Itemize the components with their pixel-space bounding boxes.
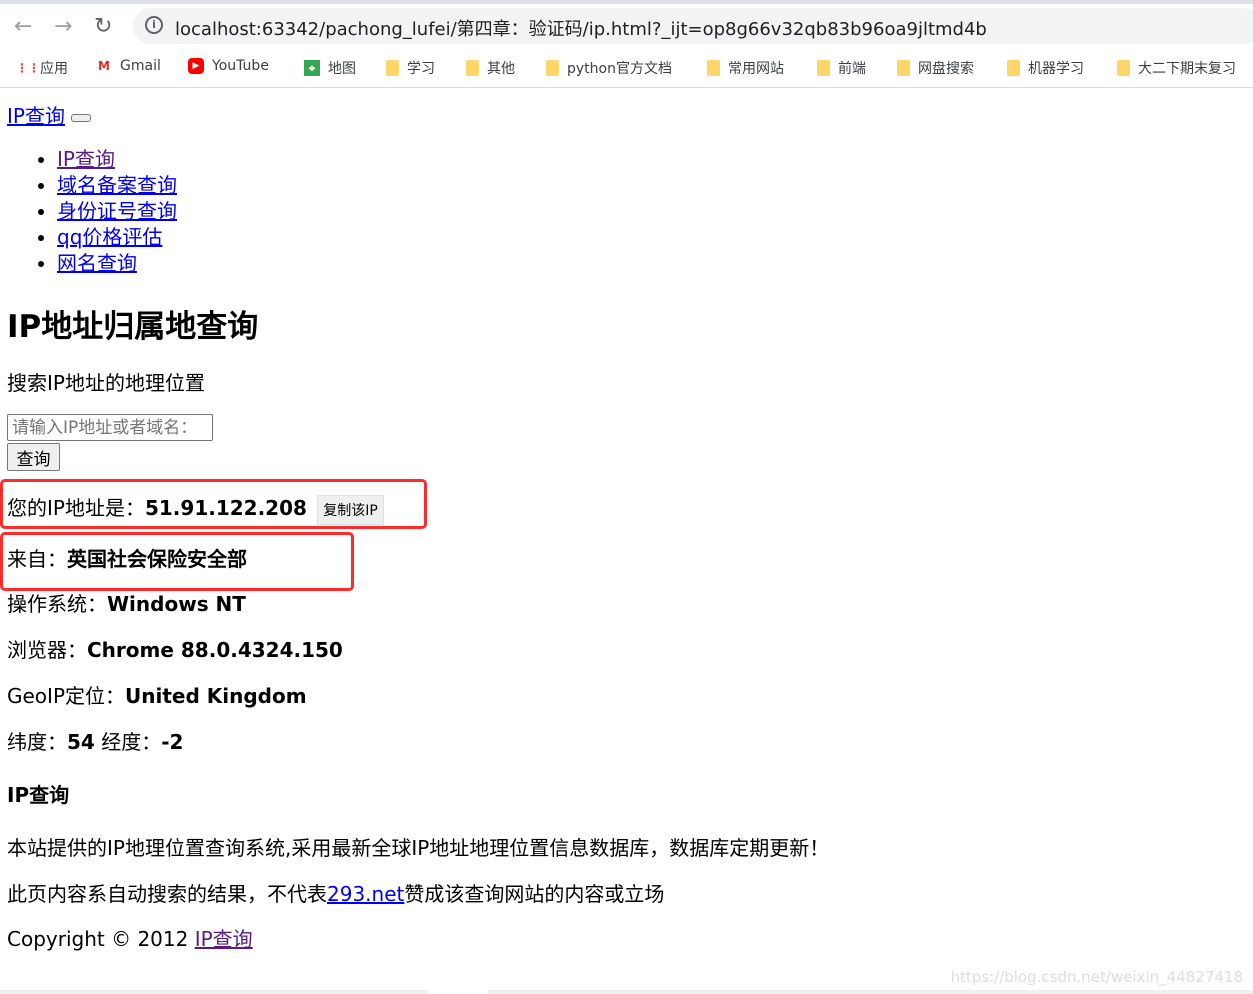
bookmark-gmail[interactable]: M Gmail xyxy=(96,58,161,74)
disclaimer-text: 此页内容系自动搜索的结果，不代表 xyxy=(7,882,327,906)
bookmark-label: 网盘搜索 xyxy=(918,61,974,77)
nav-item: 网名查询 xyxy=(57,250,177,276)
bookmark-label: 大二下期末复习 xyxy=(1138,61,1236,77)
os-row: 操作系统：Windows NT xyxy=(7,588,246,617)
nav-item: IP查询 xyxy=(57,146,177,172)
search-input[interactable] xyxy=(7,414,213,441)
nav-item: 身份证号查询 xyxy=(57,198,177,224)
bookmark-folder[interactable]: 大二下期末复习 xyxy=(1117,58,1236,78)
disclaimer-text: 赞成该查询网站的内容或立场 xyxy=(404,882,665,906)
browser-row: 浏览器：Chrome 88.0.4324.150 xyxy=(7,634,343,663)
address-bar[interactable]: i localhost:63342/pachong_lufei/第四章：验证码/… xyxy=(133,8,1253,44)
nav-link-domain[interactable]: 域名备案查询 xyxy=(57,173,177,197)
gmail-icon: M xyxy=(98,59,110,73)
ip-row: 您的IP地址是：51.91.122.208 复制该IP xyxy=(7,492,384,525)
url-text[interactable]: localhost:63342/pachong_lufei/第四章：验证码/ip… xyxy=(175,15,987,41)
from-label: 来自： xyxy=(7,547,67,571)
geo-row: GeoIP定位：United Kingdom xyxy=(7,680,307,709)
bookmark-label: python官方文档 xyxy=(567,61,672,77)
nav-link-nickname[interactable]: 网名查询 xyxy=(57,251,137,275)
bookmark-folder[interactable]: 常用网站 xyxy=(707,58,784,78)
folder-icon xyxy=(707,60,720,76)
bookmark-label: 应用 xyxy=(40,61,68,77)
apps-grid-icon: ⋮⋮ xyxy=(16,61,40,75)
horizontal-scrollbar[interactable] xyxy=(0,990,1253,994)
from-value: 英国社会保险安全部 xyxy=(67,547,247,571)
reload-icon[interactable]: ↻ xyxy=(94,14,112,39)
bookmark-label: 前端 xyxy=(838,61,866,77)
subtitle: 搜索IP地址的地理位置 xyxy=(7,371,205,395)
bookmark-youtube[interactable]: ▶ YouTube xyxy=(188,58,269,74)
bookmark-folder[interactable]: 其他 xyxy=(466,58,515,78)
brand-link[interactable]: IP查询 xyxy=(7,104,65,128)
coords-row: 纬度：54 经度：-2 xyxy=(7,726,183,755)
folder-icon xyxy=(1007,60,1020,76)
navbar-toggle-button[interactable] xyxy=(70,113,91,122)
nav-item: 域名备案查询 xyxy=(57,172,177,198)
copyright-text: Copyright © 2012 xyxy=(7,927,195,951)
bookmark-label: Gmail xyxy=(120,58,161,74)
from-row: 来自：英国社会保险安全部 xyxy=(7,543,247,572)
page-title: IP地址归属地查询 xyxy=(7,309,259,345)
nav-item: qq价格评估 xyxy=(57,224,177,250)
ip-value: 51.91.122.208 xyxy=(144,496,307,520)
folder-icon xyxy=(466,60,479,76)
bookmark-label: YouTube xyxy=(212,58,269,74)
navbar-brand-row: IP查询 xyxy=(7,100,91,129)
back-icon[interactable]: ← xyxy=(14,14,32,39)
disclaimer: 此页内容系自动搜索的结果，不代表293.net赞成该查询网站的内容或立场 xyxy=(7,878,664,907)
bookmarks-bar: ⋮⋮ 应用 M Gmail ▶ YouTube ⌖ 地图 学习 其他 python官方文… xyxy=(0,48,1253,88)
bookmark-folder[interactable]: 学习 xyxy=(386,58,435,78)
bookmark-label: 地图 xyxy=(328,61,356,77)
copy-ip-button[interactable]: 复制该IP xyxy=(317,494,384,525)
ip-label: 您的IP地址是： xyxy=(7,496,145,520)
lon-label: 经度： xyxy=(94,730,162,754)
nav-link-qq[interactable]: qq价格评估 xyxy=(57,225,162,249)
bookmark-maps[interactable]: ⌖ 地图 xyxy=(304,58,356,78)
os-label: 操作系统： xyxy=(7,592,107,616)
browser-value: Chrome 88.0.4324.150 xyxy=(87,638,343,662)
description: 本站提供的IP地理位置查询系统,采用最新全球IP地址地理位置信息数据库，数据库定… xyxy=(7,836,830,860)
os-value: Windows NT xyxy=(107,592,246,616)
maps-icon: ⌖ xyxy=(304,60,320,76)
folder-icon xyxy=(546,60,559,76)
bookmark-folder[interactable]: 机器学习 xyxy=(1007,58,1084,78)
folder-icon xyxy=(386,60,399,76)
lon-value: -2 xyxy=(161,730,184,754)
site-link[interactable]: 293.net xyxy=(327,882,404,906)
browser-toolbar: ← → ↻ i localhost:63342/pachong_lufei/第四… xyxy=(0,4,1253,48)
copyright-link[interactable]: IP查询 xyxy=(195,927,253,951)
bookmark-label: 机器学习 xyxy=(1028,61,1084,77)
browser-label: 浏览器： xyxy=(7,638,87,662)
lat-value: 54 xyxy=(67,730,95,754)
geo-label: GeoIP定位： xyxy=(7,684,125,708)
page-content: IP查询 IP查询 域名备案查询 身份证号查询 qq价格评估 网名查询 IP地址… xyxy=(0,89,1253,994)
folder-icon xyxy=(817,60,830,76)
forward-icon[interactable]: → xyxy=(54,14,72,39)
scrollbar-thumb[interactable] xyxy=(428,990,488,994)
folder-icon xyxy=(1117,60,1130,76)
search-button[interactable]: 查询 xyxy=(7,443,60,471)
bookmark-folder[interactable]: 网盘搜索 xyxy=(897,58,974,78)
copyright: Copyright © 2012 IP查询 xyxy=(7,923,253,952)
folder-icon xyxy=(897,60,910,76)
bookmark-apps[interactable]: ⋮⋮ 应用 xyxy=(16,58,68,78)
bookmark-label: 常用网站 xyxy=(728,61,784,77)
info-icon[interactable]: i xyxy=(145,16,163,34)
youtube-icon: ▶ xyxy=(188,58,204,74)
nav-link-ip[interactable]: IP查询 xyxy=(57,147,115,171)
nav-link-idcard[interactable]: 身份证号查询 xyxy=(57,199,177,223)
bookmark-label: 其他 xyxy=(487,61,515,77)
lat-label: 纬度： xyxy=(7,730,67,754)
bookmark-folder[interactable]: python官方文档 xyxy=(546,58,672,78)
nav-list: IP查询 域名备案查询 身份证号查询 qq价格评估 网名查询 xyxy=(0,146,177,276)
section-title: IP查询 xyxy=(7,783,70,807)
bookmark-label: 学习 xyxy=(407,61,435,77)
geo-value: United Kingdom xyxy=(125,684,307,708)
watermark: https://blog.csdn.net/weixin_44827418 xyxy=(950,968,1243,986)
bookmark-folder[interactable]: 前端 xyxy=(817,58,866,78)
